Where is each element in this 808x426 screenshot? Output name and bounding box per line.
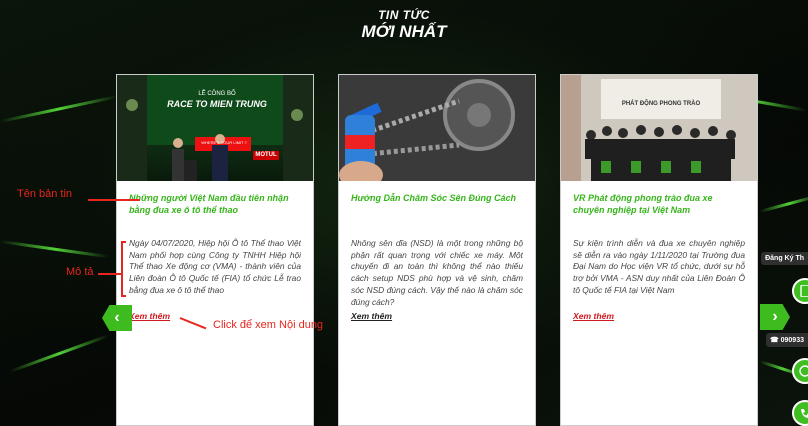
news-headline[interactable]: VR Phát động phong trào đua xe chuyên ng…	[573, 192, 745, 216]
news-headline[interactable]: Hướng Dẫn Chăm Sóc Sên Đúng Cách	[351, 192, 523, 204]
annotation-desc-bracket	[121, 241, 126, 297]
image-text-line2: RACE TO MIEN TRUNG	[167, 99, 267, 109]
chat-icon	[799, 365, 808, 377]
chevron-left-icon: ‹	[114, 309, 120, 326]
news-description: Nhông sên dĩa (NSD) là một trong những b…	[351, 238, 523, 307]
phone-icon	[801, 409, 808, 418]
read-more-link[interactable]: Xem thêm	[351, 311, 392, 321]
phone-number-badge[interactable]: ☎ 090933	[765, 333, 808, 347]
section-title-line2: MỚI NHẤT	[361, 22, 447, 41]
news-thumbnail[interactable]	[339, 75, 535, 181]
news-headline[interactable]: Những người Việt Nam đầu tiên nhận bằng …	[129, 192, 301, 216]
annotation-desc-line	[98, 273, 122, 275]
annotation-desc-label: Mô tả	[66, 266, 94, 278]
news-description: Sự kiện trình diễn và đua xe chuyên nghi…	[573, 238, 745, 295]
annotation-click-label: Click để xem Nội dung	[213, 319, 324, 331]
read-more-link[interactable]: Xem thêm	[573, 311, 614, 321]
image-text-brand: MOTUL	[255, 152, 277, 158]
annotation-headline-line	[88, 199, 140, 201]
image-text-line1: LỄ CÔNG BỐ	[198, 91, 236, 97]
annotation-headline-label: Tên bản tin	[17, 188, 73, 200]
image-text-line1: PHÁT ĐỘNG PHONG TRÀO	[621, 101, 701, 107]
news-card: Hướng Dẫn Chăm Sóc Sên Đúng Cách Nhông s…	[338, 74, 536, 426]
news-description: Ngày 04/07/2020, Hiệp hội Ô tô Thể thao …	[129, 238, 301, 295]
news-thumbnail[interactable]: PHÁT ĐỘNG PHONG TRÀO	[561, 75, 757, 181]
section-title-line1: TIN TỨC	[378, 8, 430, 22]
register-badge[interactable]: Đăng Ký Th	[761, 252, 808, 265]
image-text-banner: WHERE'S YOUR LIMIT ?	[201, 140, 247, 145]
read-more-link[interactable]: Xem thêm	[129, 311, 170, 321]
mobile-icon	[800, 285, 808, 297]
group-photo-image	[561, 75, 757, 181]
chevron-right-icon: ›	[772, 308, 778, 325]
news-card: PHÁT ĐỘNG PHONG TRÀO VR Phát động phong …	[560, 74, 758, 426]
news-card: LỄ CÔNG BỐ RACE TO MIEN TRUNG WHERE'S YO…	[116, 74, 314, 426]
section-title: TIN TỨC MỚI NHẤT	[0, 8, 808, 42]
chain-cleaning-image	[339, 75, 535, 181]
news-thumbnail[interactable]: LỄ CÔNG BỐ RACE TO MIEN TRUNG WHERE'S YO…	[117, 75, 313, 181]
